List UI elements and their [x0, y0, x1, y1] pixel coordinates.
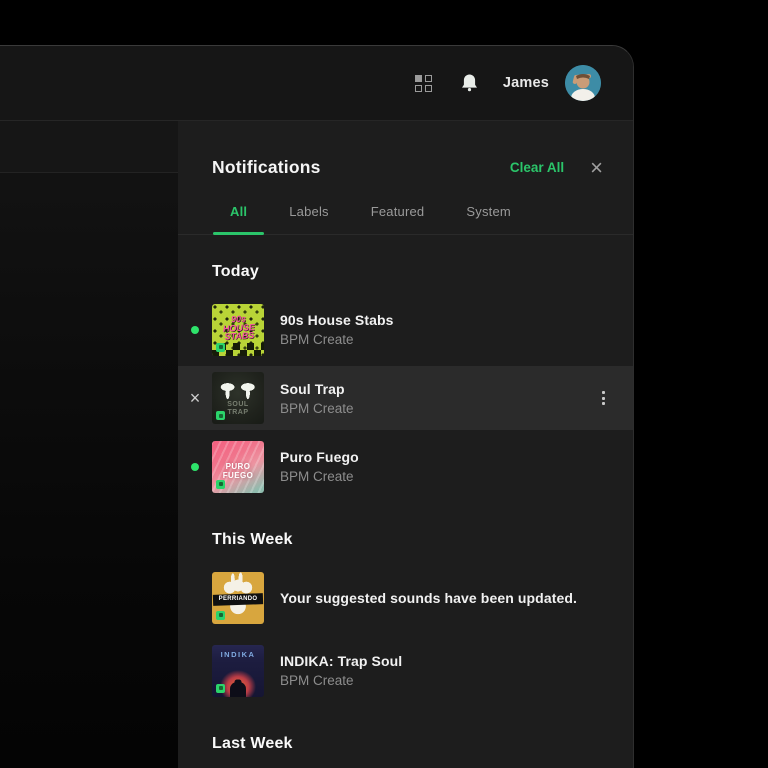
- notification-title: Your suggested sounds have been updated.: [280, 590, 607, 606]
- album-art-label: SOUL TRAP: [223, 401, 253, 416]
- notification-subtitle: BPM Create: [280, 469, 607, 484]
- notification-row[interactable]: PURO FUEGO Puro Fuego BPM Create: [178, 430, 633, 503]
- notification-section: Today 90s HOUSE STABS 90s House Stabs BP…: [178, 263, 633, 503]
- notification-row[interactable]: INDIKA INDIKA: Trap Soul BPM Create: [178, 634, 633, 707]
- tab-featured[interactable]: Featured: [371, 204, 425, 219]
- album-art: SOUL TRAP: [212, 372, 264, 424]
- avatar[interactable]: [565, 65, 601, 101]
- notification-row[interactable]: × SOUL TRAP Soul Trap BPM Create: [178, 366, 633, 430]
- notification-text: Soul Trap BPM Create: [280, 381, 600, 416]
- apps-grid-icon[interactable]: [415, 75, 432, 92]
- notification-section: Last Week: [178, 735, 633, 753]
- notification-title: Puro Fuego: [280, 449, 607, 465]
- notification-section: This Week PERRIANDO Your suggested sound…: [178, 531, 633, 707]
- album-art: 90s HOUSE STABS: [212, 304, 264, 356]
- create-badge-icon: [216, 411, 225, 420]
- kebab-menu-icon[interactable]: [600, 387, 607, 409]
- tab-labels[interactable]: Labels: [289, 204, 329, 219]
- section-title: This Week: [212, 531, 633, 549]
- panel-header: Notifications Clear All ×: [178, 121, 633, 178]
- dismiss-icon[interactable]: ×: [178, 392, 212, 404]
- section-title: Last Week: [212, 735, 633, 753]
- panel-title: Notifications: [212, 157, 510, 178]
- screen: James Notifications Clear All: [0, 0, 768, 768]
- album-art-label: 90s HOUSE STABS: [218, 313, 259, 341]
- create-badge-icon: [216, 343, 225, 352]
- album-art-label: PERRIANDO: [212, 596, 264, 602]
- create-badge-icon: [216, 684, 225, 693]
- topbar: James: [0, 46, 633, 121]
- notification-text: INDIKA: Trap Soul BPM Create: [280, 653, 607, 688]
- album-art: INDIKA: [212, 645, 264, 697]
- notification-text: Puro Fuego BPM Create: [280, 449, 607, 484]
- background-content: [0, 121, 178, 768]
- unread-dot: [178, 326, 212, 334]
- tabs: All Labels Featured System: [178, 204, 633, 235]
- section-title: Today: [212, 263, 633, 281]
- notification-subtitle: BPM Create: [280, 332, 607, 347]
- notification-text: 90s House Stabs BPM Create: [280, 312, 607, 347]
- create-badge-icon: [216, 480, 225, 489]
- user-name[interactable]: James: [503, 75, 549, 91]
- notification-subtitle: BPM Create: [280, 401, 600, 416]
- notification-text: Your suggested sounds have been updated.: [280, 590, 607, 606]
- tab-all[interactable]: All: [230, 204, 247, 219]
- notifications-panel: Notifications Clear All × All Labels Fea…: [178, 121, 633, 768]
- notification-title: Soul Trap: [280, 381, 600, 397]
- background-divider: [0, 121, 178, 173]
- notification-row[interactable]: 90s HOUSE STABS 90s House Stabs BPM Crea…: [178, 293, 633, 366]
- close-icon[interactable]: ×: [590, 160, 603, 175]
- section-items: PERRIANDO Your suggested sounds have bee…: [178, 561, 633, 707]
- album-art-label: PURO FUEGO: [212, 462, 264, 480]
- bell-icon[interactable]: [460, 73, 479, 93]
- clear-all-button[interactable]: Clear All: [510, 160, 564, 175]
- notification-row[interactable]: PERRIANDO Your suggested sounds have bee…: [178, 561, 633, 634]
- notification-title: 90s House Stabs: [280, 312, 607, 328]
- notification-list: Today 90s HOUSE STABS 90s House Stabs BP…: [178, 235, 633, 768]
- main-area: Notifications Clear All × All Labels Fea…: [0, 121, 633, 768]
- create-badge-icon: [216, 611, 225, 620]
- album-art: PERRIANDO: [212, 572, 264, 624]
- notification-subtitle: BPM Create: [280, 673, 607, 688]
- unread-dot: [178, 463, 212, 471]
- app-window: James Notifications Clear All: [0, 45, 634, 768]
- section-items: 90s HOUSE STABS 90s House Stabs BPM Crea…: [178, 293, 633, 503]
- album-art: PURO FUEGO: [212, 441, 264, 493]
- album-art-label: INDIKA: [212, 650, 264, 659]
- notification-title: INDIKA: Trap Soul: [280, 653, 607, 669]
- tab-system[interactable]: System: [466, 204, 511, 219]
